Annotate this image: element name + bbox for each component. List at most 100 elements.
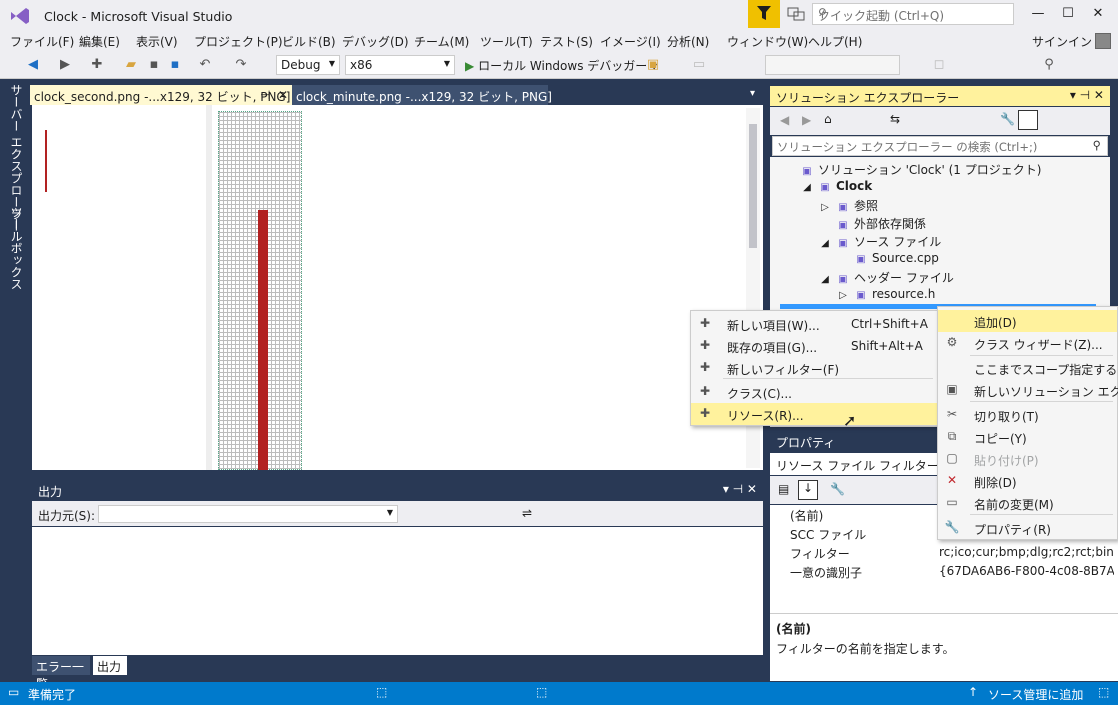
menu-tools[interactable]: ツール(T) (480, 33, 533, 50)
tree-node[interactable]: ▷ ▣ resource.h (836, 287, 935, 301)
maximize-button[interactable]: ☐ (1060, 6, 1076, 22)
tree-node[interactable]: ▣ ソリューション 'Clock' (1 プロジェクト) (782, 161, 1041, 178)
close-icon[interactable]: ▾ ⊣ ✕ (1070, 88, 1104, 102)
submenu-item[interactable]: ✚ リソース(R)... (691, 403, 937, 425)
tree-node[interactable]: ◢ ▣ Clock (800, 179, 872, 193)
pane-splitter[interactable] (206, 105, 212, 470)
close-icon[interactable]: ▾ ⊣ ✕ (723, 482, 757, 496)
start-debugger-button[interactable]: ▶ ローカル Windows デバッガー ▾ (465, 57, 657, 74)
menu-test[interactable]: テスト(S) (540, 33, 593, 50)
tree-node[interactable]: ▣ 外部依存関係 (818, 215, 926, 232)
solution-explorer-search[interactable]: ソリューション エクスプローラー の検索 (Ctrl+;) ⚲ (772, 136, 1108, 156)
scm-up-icon[interactable]: ↑ (968, 685, 978, 699)
submenu-item[interactable]: ✚ クラス(C)... (691, 381, 937, 403)
menu-help[interactable]: ヘルプ(H) (808, 33, 862, 50)
context-menu-item[interactable]: 🔧 プロパティ(R) (938, 517, 1117, 539)
tree-node[interactable]: ▣ Source.cpp (836, 251, 939, 265)
menu-file[interactable]: ファイル(F) (10, 33, 74, 50)
toolbox-tab[interactable]: ツールボックス (8, 206, 25, 290)
context-menu-item[interactable]: ▣ 新しいソリューション エクスプロー (938, 379, 1118, 401)
avatar[interactable] (1095, 33, 1111, 49)
categorized-icon[interactable]: ▤ (778, 482, 789, 496)
new-project-icon[interactable]: ✚ (88, 56, 106, 74)
property-name[interactable]: 一意の識別子 (790, 564, 862, 581)
property-pages-icon[interactable]: 🔧 (830, 482, 845, 496)
expander-icon[interactable]: ▷ (818, 202, 832, 213)
properties-wrench-icon[interactable]: 🔧 (1000, 112, 1015, 126)
close-window-button[interactable]: ✕ (1090, 6, 1106, 22)
menu-window[interactable]: ウィンドウ(W) (727, 33, 808, 50)
save-all-icon[interactable]: ▪ (166, 56, 184, 74)
submenu-item[interactable]: ✚ 既存の項目(G)... Shift+Alt+A (691, 335, 937, 357)
platform-select[interactable]: x86 ▼ (345, 55, 455, 75)
menu-debug[interactable]: デバッグ(D) (342, 33, 409, 50)
submenu-item[interactable]: ✚ 新しい項目(W)... Ctrl+Shift+A (691, 313, 937, 335)
zoom-icon[interactable]: ⚲ (1040, 56, 1058, 74)
expander-icon[interactable]: ◢ (818, 274, 832, 285)
back-icon[interactable]: ◀ (780, 113, 789, 127)
tree-node[interactable]: ◢ ▣ ソース ファイル (818, 233, 941, 250)
property-name[interactable]: SCC ファイル (790, 526, 866, 543)
editor-scrollbar-thumb[interactable] (749, 124, 757, 248)
menu-team[interactable]: チーム(M) (414, 33, 469, 50)
context-menu-item[interactable]: ▢ 貼り付け(P) (938, 448, 1117, 470)
feedback-icon[interactable] (786, 5, 806, 23)
add-to-source-control[interactable]: ソース管理に追加 (988, 686, 1083, 703)
tab-output[interactable]: 出力 (93, 656, 127, 675)
navigate-forward-icon[interactable]: ▶ (56, 56, 74, 74)
context-menu-item[interactable]: ✂ 切り取り(T) (938, 404, 1117, 426)
context-menu-item[interactable]: ▭ 名前の変更(M) (938, 492, 1117, 514)
new-filter-icon: ✚ (699, 360, 711, 374)
property-value[interactable]: {67DA6AB6-F800-4c08-8B7A-83B (939, 564, 1114, 578)
navigate-back-icon[interactable]: ◀ (24, 56, 42, 74)
toolbar-empty-select[interactable] (765, 55, 900, 75)
notifications-icon[interactable]: ⬚ (1098, 685, 1109, 699)
context-menu-item[interactable]: 追加(D) (938, 310, 1117, 332)
sync-icon[interactable]: ⇆ (890, 112, 900, 126)
tab-overflow-icon[interactable]: ▾ (750, 88, 755, 99)
output-source-select[interactable]: ▼ (98, 505, 398, 523)
tree-node[interactable]: ▷ ▣ 参照 (818, 197, 878, 214)
quick-launch-input[interactable]: クイック起動 (Ctrl+Q) ⚲ (812, 3, 1014, 25)
menu-project[interactable]: プロジェクト(P) (194, 33, 283, 50)
save-icon[interactable]: ▪ (145, 56, 163, 74)
menu-build[interactable]: ビルド(B) (282, 33, 336, 50)
tree-node[interactable]: ◢ ▣ ヘッダー ファイル (818, 269, 954, 286)
close-icon[interactable]: ✕ (278, 88, 288, 102)
menu-separator (723, 378, 933, 379)
menu-edit[interactable]: 編集(E) (79, 33, 120, 50)
redo-icon[interactable]: ↷ (232, 56, 250, 74)
home-icon[interactable]: ⌂ (824, 112, 832, 126)
forward-icon[interactable]: ▶ (802, 113, 811, 127)
property-name[interactable]: フィルター (790, 545, 850, 562)
context-menu-item[interactable]: ⚙ クラス ウィザード(Z)... (938, 332, 1117, 354)
word-wrap-icon[interactable]: ⇌ (522, 506, 532, 520)
open-file-icon[interactable]: ▰ (122, 56, 140, 74)
context-menu-item[interactable]: ⧉ コピー(Y) (938, 426, 1117, 448)
output-text-area[interactable] (32, 527, 763, 655)
preview-selected-icon[interactable] (1018, 110, 1038, 130)
configuration-select[interactable]: Debug ▼ (276, 55, 340, 75)
menu-view[interactable]: 表示(V) (136, 33, 178, 50)
undo-icon[interactable]: ↶ (196, 56, 214, 74)
menu-item-label: 新しいソリューション エクスプロー (974, 385, 1118, 399)
pin-icon[interactable]: ⊣ (260, 88, 270, 102)
tab-clock-second[interactable]: clock_second.png -...x129, 32 ビット, PNG] ⊣… (30, 85, 292, 105)
tab-clock-minute[interactable]: clock_minute.png -...x129, 32 ビット, PNG] (292, 85, 552, 105)
tab-error-list[interactable]: エラー一覧 (32, 656, 90, 691)
context-menu-item[interactable]: ✕ 削除(D) (938, 470, 1117, 492)
minimize-button[interactable]: — (1030, 6, 1046, 22)
property-value[interactable]: rc;ico;cur;bmp;dlg;rc2;rct;bin;rgs (939, 545, 1114, 559)
expander-icon[interactable]: ◢ (818, 238, 832, 249)
alphabetical-icon[interactable]: ↓ (798, 480, 818, 500)
property-name[interactable]: (名前) (790, 507, 823, 524)
menu-image[interactable]: イメージ(I) (600, 33, 661, 50)
submenu-item[interactable]: ✚ 新しいフィルター(F) (691, 357, 937, 379)
expander-icon[interactable]: ◢ (800, 182, 814, 193)
menu-analyze[interactable]: 分析(N) (667, 33, 709, 50)
context-menu-item[interactable]: ここまでスコープ指定する(S) (938, 357, 1118, 379)
sign-in-link[interactable]: サインイン (1032, 33, 1092, 50)
find-in-files-icon[interactable]: ▣ (644, 56, 662, 74)
notification-flag-icon[interactable] (748, 0, 780, 28)
expander-icon[interactable]: ▷ (836, 290, 850, 301)
